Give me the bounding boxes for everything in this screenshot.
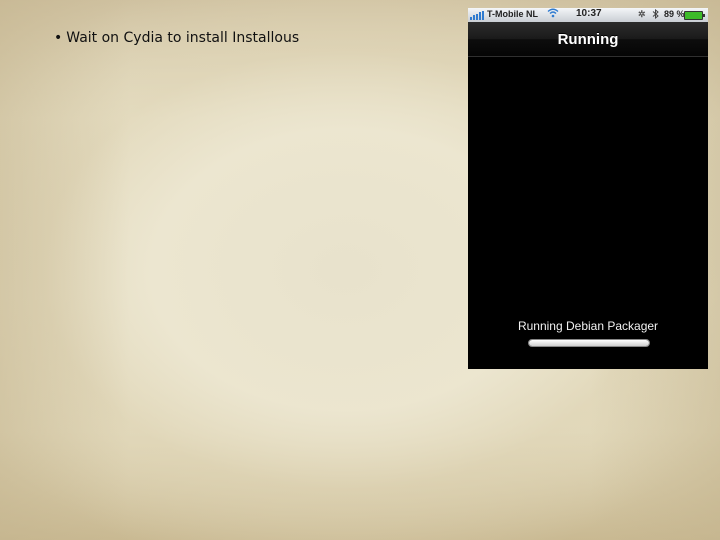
battery-percent: 89 %	[664, 9, 685, 19]
bluetooth-icon	[652, 8, 659, 21]
progress-bar-fill	[529, 340, 649, 346]
navigation-bar: Running	[468, 22, 708, 57]
battery-icon	[684, 11, 705, 20]
carrier-name: T-Mobile NL	[487, 9, 538, 19]
activity-spinner-icon: ✲	[638, 9, 646, 19]
phone-screenshot: T-Mobile NL 10:37 ✲ 89 % Running Running…	[468, 8, 708, 369]
status-time: 10:37	[576, 8, 602, 19]
bullet-item: • Wait on Cydia to install Installous	[54, 30, 299, 46]
bullet-text: Wait on Cydia to install Installous	[66, 30, 300, 46]
bullet-marker: •	[54, 30, 63, 46]
nav-title: Running	[557, 31, 619, 48]
progress-bar	[528, 339, 650, 347]
status-bar: T-Mobile NL 10:37 ✲ 89 %	[468, 8, 708, 22]
wifi-icon	[547, 8, 559, 20]
signal-icon	[470, 11, 486, 20]
progress-label: Running Debian Packager	[517, 319, 659, 333]
